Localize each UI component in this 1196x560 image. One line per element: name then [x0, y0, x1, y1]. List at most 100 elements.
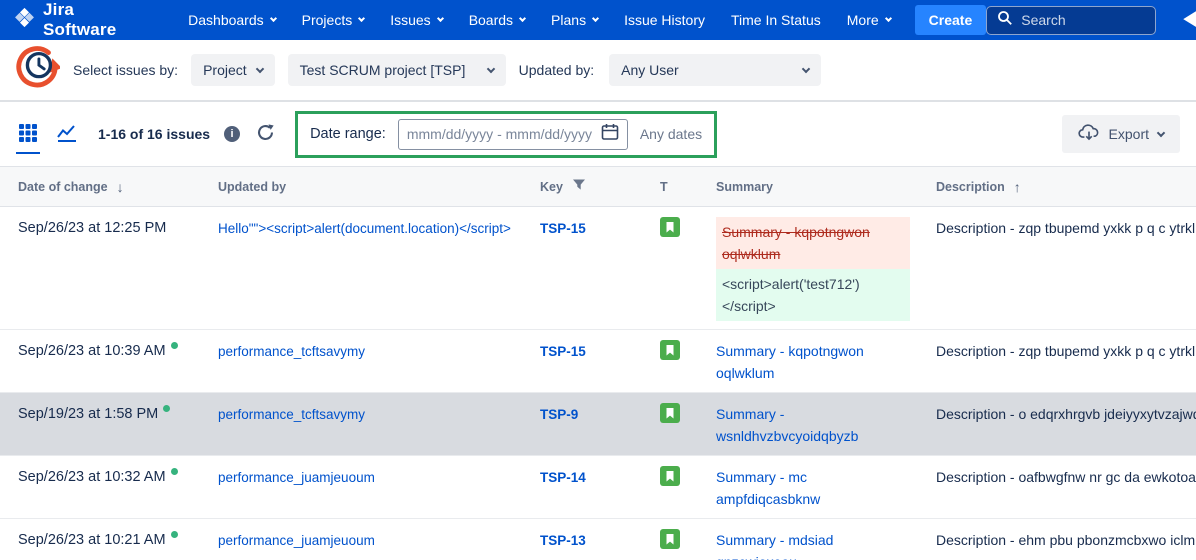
updated-by-dropdown[interactable]: Any User: [609, 54, 821, 86]
top-navbar: Jira Software Dashboards Projects Issues…: [0, 0, 1196, 40]
summary-link[interactable]: Summary - wsnldhvzbvcyoidqbyzb: [716, 406, 858, 444]
nav-item-label: Boards: [469, 12, 513, 28]
nav-item-label: Time In Status: [731, 12, 821, 28]
unread-dot: [171, 342, 178, 349]
nav-item-issues[interactable]: Issues: [390, 12, 442, 28]
date-of-change-cell: Sep/26/23 at 12:25 PM: [0, 207, 200, 330]
chevron-down-icon: [358, 15, 365, 22]
issue-key-link[interactable]: TSP-13: [540, 533, 586, 548]
date-of-change-cell: Sep/26/23 at 10:39 AM: [0, 330, 200, 393]
description-cell: Description - ehm pbu pbonzmcbxwo iclm: [918, 519, 1196, 560]
calendar-icon[interactable]: [601, 123, 619, 146]
updated-by-link[interactable]: performance_tcftsavymy: [218, 407, 365, 422]
summary-added-text: <script>alert('test712') </script>: [716, 269, 910, 321]
nav-item-more[interactable]: More: [847, 12, 891, 28]
chevron-down-icon: [486, 64, 494, 72]
unread-dot: [171, 468, 178, 475]
select-by-dropdown[interactable]: Project: [191, 54, 275, 86]
create-button[interactable]: Create: [915, 5, 987, 35]
search-icon: [997, 10, 1013, 31]
filter-bar: Select issues by: Project Test SCRUM pro…: [0, 40, 1196, 102]
date-of-change-cell: Sep/26/23 at 10:21 AM: [0, 519, 200, 560]
issue-key-link[interactable]: TSP-15: [540, 221, 586, 236]
description-cell: Description - zqp tbupemd yxkk p q c ytr…: [918, 207, 1196, 330]
nav-item-issue-history[interactable]: Issue History: [624, 12, 705, 28]
nav-item-boards[interactable]: Boards: [469, 12, 525, 28]
issue-history-app-logo: [14, 45, 60, 96]
unread-dot: [171, 531, 178, 538]
table-row[interactable]: Sep/26/23 at 10:39 AM performance_tcftsa…: [0, 330, 1196, 393]
table-row-highlighted[interactable]: Sep/19/23 at 1:58 PM performance_tcftsav…: [0, 393, 1196, 456]
table-header-row: Date of change Updated by Key T Summary …: [0, 167, 1196, 207]
nav-item-label: Projects: [302, 12, 353, 28]
jira-brand[interactable]: Jira Software: [14, 0, 152, 40]
issue-count-text: 1-16 of 16 issues: [98, 126, 210, 142]
col-description: Description: [918, 167, 1196, 207]
table-row[interactable]: Sep/26/23 at 10:32 AM performance_juamje…: [0, 456, 1196, 519]
summary-cell: Summary - mc ampfdiqcasbknw: [698, 456, 918, 519]
export-button[interactable]: Export: [1062, 115, 1180, 153]
summary-link[interactable]: Summary - kqpotngwon oqlwklum: [716, 343, 864, 381]
global-search[interactable]: [986, 6, 1156, 35]
chevron-down-icon: [802, 64, 810, 72]
chevron-down-icon: [1157, 128, 1165, 136]
nav-item-dashboards[interactable]: Dashboards: [188, 12, 276, 28]
table-view-button[interactable]: [16, 121, 40, 148]
megaphone-icon[interactable]: [1180, 5, 1196, 36]
description-cell: Description - zqp tbupemd yxkk p q c ytr…: [918, 330, 1196, 393]
chevron-down-icon: [437, 15, 444, 22]
info-icon[interactable]: [224, 126, 240, 142]
updated-by-link[interactable]: performance_juamjeuoum: [218, 533, 375, 548]
select-issues-by-label: Select issues by:: [73, 62, 178, 78]
story-type-icon: [660, 217, 680, 243]
nav-item-time-in-status[interactable]: Time In Status: [731, 12, 821, 28]
select-by-value: Project: [203, 62, 247, 78]
col-date-of-change: Date of change: [0, 167, 200, 207]
updated-by-link[interactable]: Hello""><script>alert(document.location)…: [218, 221, 511, 236]
issue-key-link[interactable]: TSP-15: [540, 344, 586, 359]
table-row[interactable]: Sep/26/23 at 12:25 PM Hello""><script>al…: [0, 207, 1196, 330]
story-type-icon: [660, 403, 680, 429]
grid-view-icon: [18, 123, 38, 146]
col-type: T: [642, 167, 698, 207]
sort-desc-icon[interactable]: [117, 179, 124, 195]
search-input[interactable]: [1021, 12, 1145, 28]
export-label: Export: [1109, 126, 1149, 142]
nav-item-plans[interactable]: Plans: [551, 12, 598, 28]
nav-item-label: Issue History: [624, 12, 705, 28]
refresh-button[interactable]: [254, 121, 277, 147]
unread-dot: [163, 405, 170, 412]
issues-table: Date of change Updated by Key T Summary …: [0, 166, 1196, 560]
nav-item-projects[interactable]: Projects: [302, 12, 365, 28]
col-key: Key: [522, 167, 642, 207]
sort-asc-icon[interactable]: [1014, 179, 1021, 195]
summary-link[interactable]: Summary - mc ampfdiqcasbknw: [716, 469, 820, 507]
date-of-change-cell: Sep/19/23 at 1:58 PM: [0, 393, 200, 456]
date-range-filter-group: Date range: Any dates: [295, 111, 717, 158]
chart-view-button[interactable]: [54, 121, 80, 148]
summary-link[interactable]: Summary - mdsiad gnzcwjoxeou: [716, 532, 833, 560]
updated-by-link[interactable]: performance_juamjeuoum: [218, 470, 375, 485]
issue-key-link[interactable]: TSP-9: [540, 407, 578, 422]
nav-item-label: Issues: [390, 12, 430, 28]
summary-cell: Summary - mdsiad gnzcwjoxeou: [698, 519, 918, 560]
nav-item-label: Dashboards: [188, 12, 264, 28]
updated-by-label: Updated by:: [519, 62, 595, 78]
updated-by-link[interactable]: performance_tcftsavymy: [218, 344, 365, 359]
col-updated-by: Updated by: [200, 167, 522, 207]
date-range-field[interactable]: [398, 119, 628, 150]
description-cell: Description - o edqrxhrgvb jdeiyyxytvzaj…: [918, 393, 1196, 456]
issue-key-link[interactable]: TSP-14: [540, 470, 586, 485]
table-row[interactable]: Sep/26/23 at 10:21 AM performance_juamje…: [0, 519, 1196, 560]
chevron-down-icon: [255, 64, 263, 72]
col-summary: Summary: [698, 167, 918, 207]
brand-name: Jira Software: [43, 0, 152, 40]
description-cell: Description - oafbwgfnw nr gc da ewkotoa: [918, 456, 1196, 519]
project-value: Test SCRUM project [TSP]: [300, 62, 466, 78]
filter-funnel-icon[interactable]: [572, 178, 586, 195]
date-range-input[interactable]: [407, 126, 593, 142]
any-dates-label[interactable]: Any dates: [640, 126, 702, 142]
story-type-icon: [660, 529, 680, 555]
project-dropdown[interactable]: Test SCRUM project [TSP]: [288, 54, 506, 86]
story-type-icon: [660, 340, 680, 366]
